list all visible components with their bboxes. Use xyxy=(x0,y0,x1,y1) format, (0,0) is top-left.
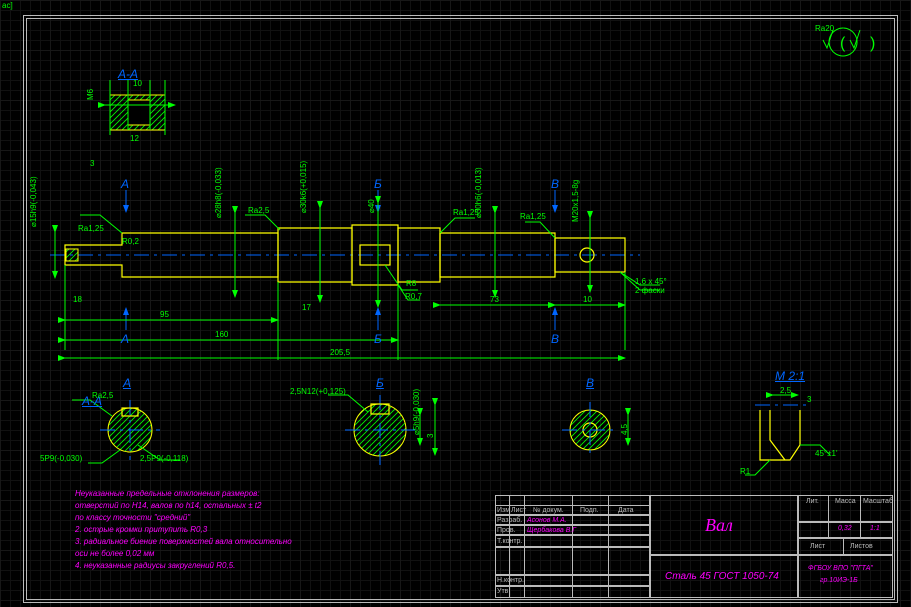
detail-m21 xyxy=(745,395,830,475)
tb-c3: Масштаб xyxy=(863,498,893,505)
ra125-2: Ra1,25 xyxy=(453,209,479,217)
note-0: Неуказанные предельные отклонения размер… xyxy=(75,490,260,498)
tb-sheet: Лист xyxy=(810,543,825,550)
label-m21: М 2:1 xyxy=(775,370,805,382)
tb-sheets: Листов xyxy=(850,543,873,550)
key-rz: Ra2,5 xyxy=(92,392,113,400)
r07: R0,7 xyxy=(405,293,422,301)
dim-d3: ⌀30k6(+0,015) xyxy=(300,161,308,213)
note-3: 2. острые кромки притупить R0,3 xyxy=(75,526,207,534)
dim-d1: ⌀15h9(-0,043) xyxy=(30,176,38,227)
dim-d4: ⌀40 xyxy=(368,199,376,213)
dim-d6: M20x1,5-8g xyxy=(572,180,580,222)
label-a: А xyxy=(121,178,129,190)
section-aa-top xyxy=(105,80,175,135)
tb-scale: 1:1 xyxy=(870,525,880,532)
note-4: 3. радиальное биение поверхностей вала о… xyxy=(75,538,292,546)
note-2: по классу точности "средний" xyxy=(75,514,190,522)
key3: 2,5N12(+0,125) xyxy=(290,388,346,396)
tb-r4: Н.контр. xyxy=(497,577,524,584)
tb-h4: Подп. xyxy=(580,507,599,514)
tb-mass: 0,32 xyxy=(838,525,852,532)
tb-h1: Изм xyxy=(497,507,510,514)
ra125-3: Ra1,25 xyxy=(520,213,546,221)
r8: R8 xyxy=(406,280,416,288)
tb-r3: Т.контр. xyxy=(497,538,522,545)
ra125-1: Ra1,25 xyxy=(78,225,104,233)
note-5: оси не более 0,02 мм xyxy=(75,550,154,558)
aa-m6: M6 xyxy=(87,89,95,100)
tb-h5: Дата xyxy=(618,507,634,514)
d-b1: ⌀5h9(-0,030) xyxy=(413,389,421,435)
label-v: В xyxy=(551,178,559,190)
main-shaft xyxy=(50,190,660,360)
svg-text:(: ( xyxy=(840,35,846,52)
svg-text:): ) xyxy=(870,35,875,52)
tb-name2: Щербакова В.Г xyxy=(527,527,576,534)
tb-r5: Утв. xyxy=(497,588,510,595)
dim-205: 205,5 xyxy=(330,349,350,357)
tb-c1: Лит. xyxy=(806,498,819,505)
tb-name1: Асонов М.А. xyxy=(527,517,567,524)
r02: R0,2 xyxy=(122,238,139,246)
tb-material: Сталь 45 ГОСТ 1050-74 xyxy=(665,572,779,582)
key2: 2,5P9(-0,118) xyxy=(140,455,188,463)
dim-160: 160 xyxy=(215,331,228,339)
dim-3: 3 xyxy=(90,160,94,168)
note-6: 4. неуказанные радиусы закруглений R0,5. xyxy=(75,562,235,570)
tb-org: ФГБОУ ВПО "ПГТА" xyxy=(808,565,873,572)
tb-c2: Масса xyxy=(835,498,856,505)
dim-17: 17 xyxy=(302,304,311,312)
tb-h2: Лист xyxy=(511,507,526,514)
tb-r1: Разраб. xyxy=(497,517,522,524)
dim-10: 10 xyxy=(583,296,592,304)
chamfer1: 1,6 x 45° xyxy=(635,278,667,286)
chamfer2: 2 фаски xyxy=(635,287,665,295)
dim-d2: ⌀28h8(-0,033) xyxy=(215,167,223,218)
dim-73: 73 xyxy=(490,296,499,304)
tb-part: Вал xyxy=(705,515,733,536)
ra25: Ra2,5 xyxy=(248,207,269,215)
note-1: отверстий по H14, валов по h14, остальны… xyxy=(75,502,261,510)
dim-95: 95 xyxy=(160,311,169,319)
dim-18: 18 xyxy=(73,296,82,304)
tb-r2: Пров. xyxy=(497,527,515,534)
section-v-bottom xyxy=(562,402,628,458)
d-v: 4,5 xyxy=(621,424,629,435)
tb-grp: гр.10ИЭ-1Б xyxy=(820,577,858,584)
tb-h3: № докум. xyxy=(533,507,564,514)
key1: 5P9(-0,030) xyxy=(40,455,82,463)
label-b: Б xyxy=(374,178,382,190)
